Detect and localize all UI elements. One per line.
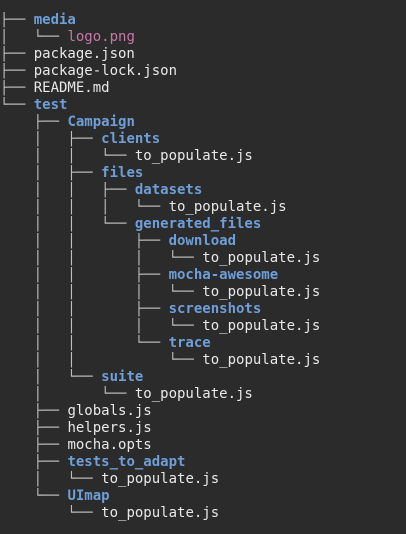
directory-name: files [101,165,144,181]
file-name: logo.png [67,29,135,45]
tree-directory-row: │ │ ├── mocha-awesome [0,267,278,284]
tree-file-row: ├── mocha.opts [0,437,152,454]
file-name: to_populate.js [101,505,220,521]
tree-file-row: │ │ └── to_populate.js [0,148,253,165]
tree-directory-row: │ │ └── trace [0,335,211,352]
tree-guide-lines: └── [0,505,102,521]
tree-file-row: │ └── to_populate.js [0,471,219,488]
file-name: package.json [33,46,135,62]
file-name: globals.js [67,403,152,419]
tree-directory-row: └── test [0,97,67,114]
file-name: to_populate.js [134,386,253,402]
tree-guide-lines: │ └── [0,369,102,385]
tree-guide-lines: │ └── [0,386,135,402]
directory-name: media [33,12,76,28]
directory-name: suite [101,369,144,385]
tree-guide-lines: ├── [0,63,34,79]
directory-name: clients [101,131,161,147]
tree-guide-lines: │ │ ├── [0,267,169,283]
tree-guide-lines: ├── [0,454,68,470]
tree-guide-lines: │ │ ├── [0,233,169,249]
tree-guide-lines: ├── [0,420,68,436]
tree-guide-lines: ├── [0,403,68,419]
directory-name: screenshots [168,301,262,317]
tree-file-row: │ │ │ └── to_populate.js [0,284,321,301]
tree-file-row: ├── README.md [0,80,110,97]
tree-directory-row: │ ├── files [0,165,144,182]
tree-guide-lines: │ │ └── [0,352,203,368]
tree-directory-row: │ ├── clients [0,131,160,148]
tree-directory-row: │ │ ├── screenshots [0,301,262,318]
directory-name: Campaign [67,114,135,130]
tree-file-row: ├── package.json [0,46,135,63]
file-name: to_populate.js [202,318,321,334]
file-name: package-lock.json [33,63,178,79]
tree-guide-lines: │ │ │ └── [0,318,203,334]
tree-file-row: ├── helpers.js [0,420,152,437]
tree-guide-lines: │ │ │ └── [0,250,203,266]
tree-guide-lines: ├── [0,12,34,28]
directory-name: datasets [134,182,203,198]
tree-file-row: ├── package-lock.json [0,63,177,80]
tree-guide-lines: │ ├── [0,165,102,181]
tree-guide-lines: │ └── [0,29,68,45]
file-name: to_populate.js [202,250,321,266]
tree-directory-row: │ │ ├── datasets [0,182,203,199]
tree-directory-row: ├── tests_to_adapt [0,454,186,471]
tree-guide-lines: │ │ ├── [0,182,135,198]
file-name: README.md [33,80,110,96]
directory-name: UImap [67,488,110,504]
tree-guide-lines: │ │ │ └── [0,284,203,300]
tree-directory-row: └── UImap [0,488,110,505]
file-name: mocha.opts [67,437,152,453]
file-name: to_populate.js [134,148,253,164]
directory-tree-output: . ├── media│ └── logo.png├── package.jso… [0,0,406,534]
tree-directory-row: │ └── suite [0,369,144,386]
tree-guide-lines: │ │ ├── [0,301,169,317]
tree-directory-row: │ │ └── generated_files [0,216,262,233]
tree-guide-lines: │ │ └── [0,335,169,351]
tree-file-row: │ │ │ └── to_populate.js [0,250,321,267]
tree-guide-lines: │ │ └── [0,148,135,164]
tree-guide-lines: └── [0,97,34,113]
file-name: to_populate.js [202,284,321,300]
tree-file-row: └── to_populate.js [0,505,219,522]
directory-name: test [33,97,68,113]
directory-name: trace [168,335,211,351]
directory-name: tests_to_adapt [67,454,186,470]
directory-name: download [168,233,237,249]
file-name: to_populate.js [168,199,287,215]
tree-guide-lines: │ │ │ └── [0,199,169,215]
tree-file-row: │ │ └── to_populate.js [0,352,321,369]
directory-name: generated_files [134,216,262,232]
tree-guide-lines: ├── [0,80,34,96]
tree-file-row: │ └── logo.png [0,29,135,46]
tree-file-row: │ │ │ └── to_populate.js [0,199,287,216]
file-name: helpers.js [67,420,152,436]
tree-guide-lines: ├── [0,46,34,62]
tree-guide-lines: ├── [0,437,68,453]
file-name: to_populate.js [202,352,321,368]
directory-name: mocha-awesome [168,267,279,283]
tree-guide-lines: │ │ └── [0,216,135,232]
tree-guide-lines: │ ├── [0,131,102,147]
tree-file-row: │ └── to_populate.js [0,386,253,403]
tree-guide-lines: └── [0,488,68,504]
tree-directory-row: ├── media [0,12,76,29]
tree-directory-row: │ │ ├── download [0,233,236,250]
tree-directory-row: ├── Campaign [0,114,135,131]
file-name: to_populate.js [101,471,220,487]
tree-file-row: │ │ │ └── to_populate.js [0,318,321,335]
tree-guide-lines: │ └── [0,471,102,487]
tree-guide-lines: ├── [0,114,68,130]
tree-file-row: ├── globals.js [0,403,152,420]
